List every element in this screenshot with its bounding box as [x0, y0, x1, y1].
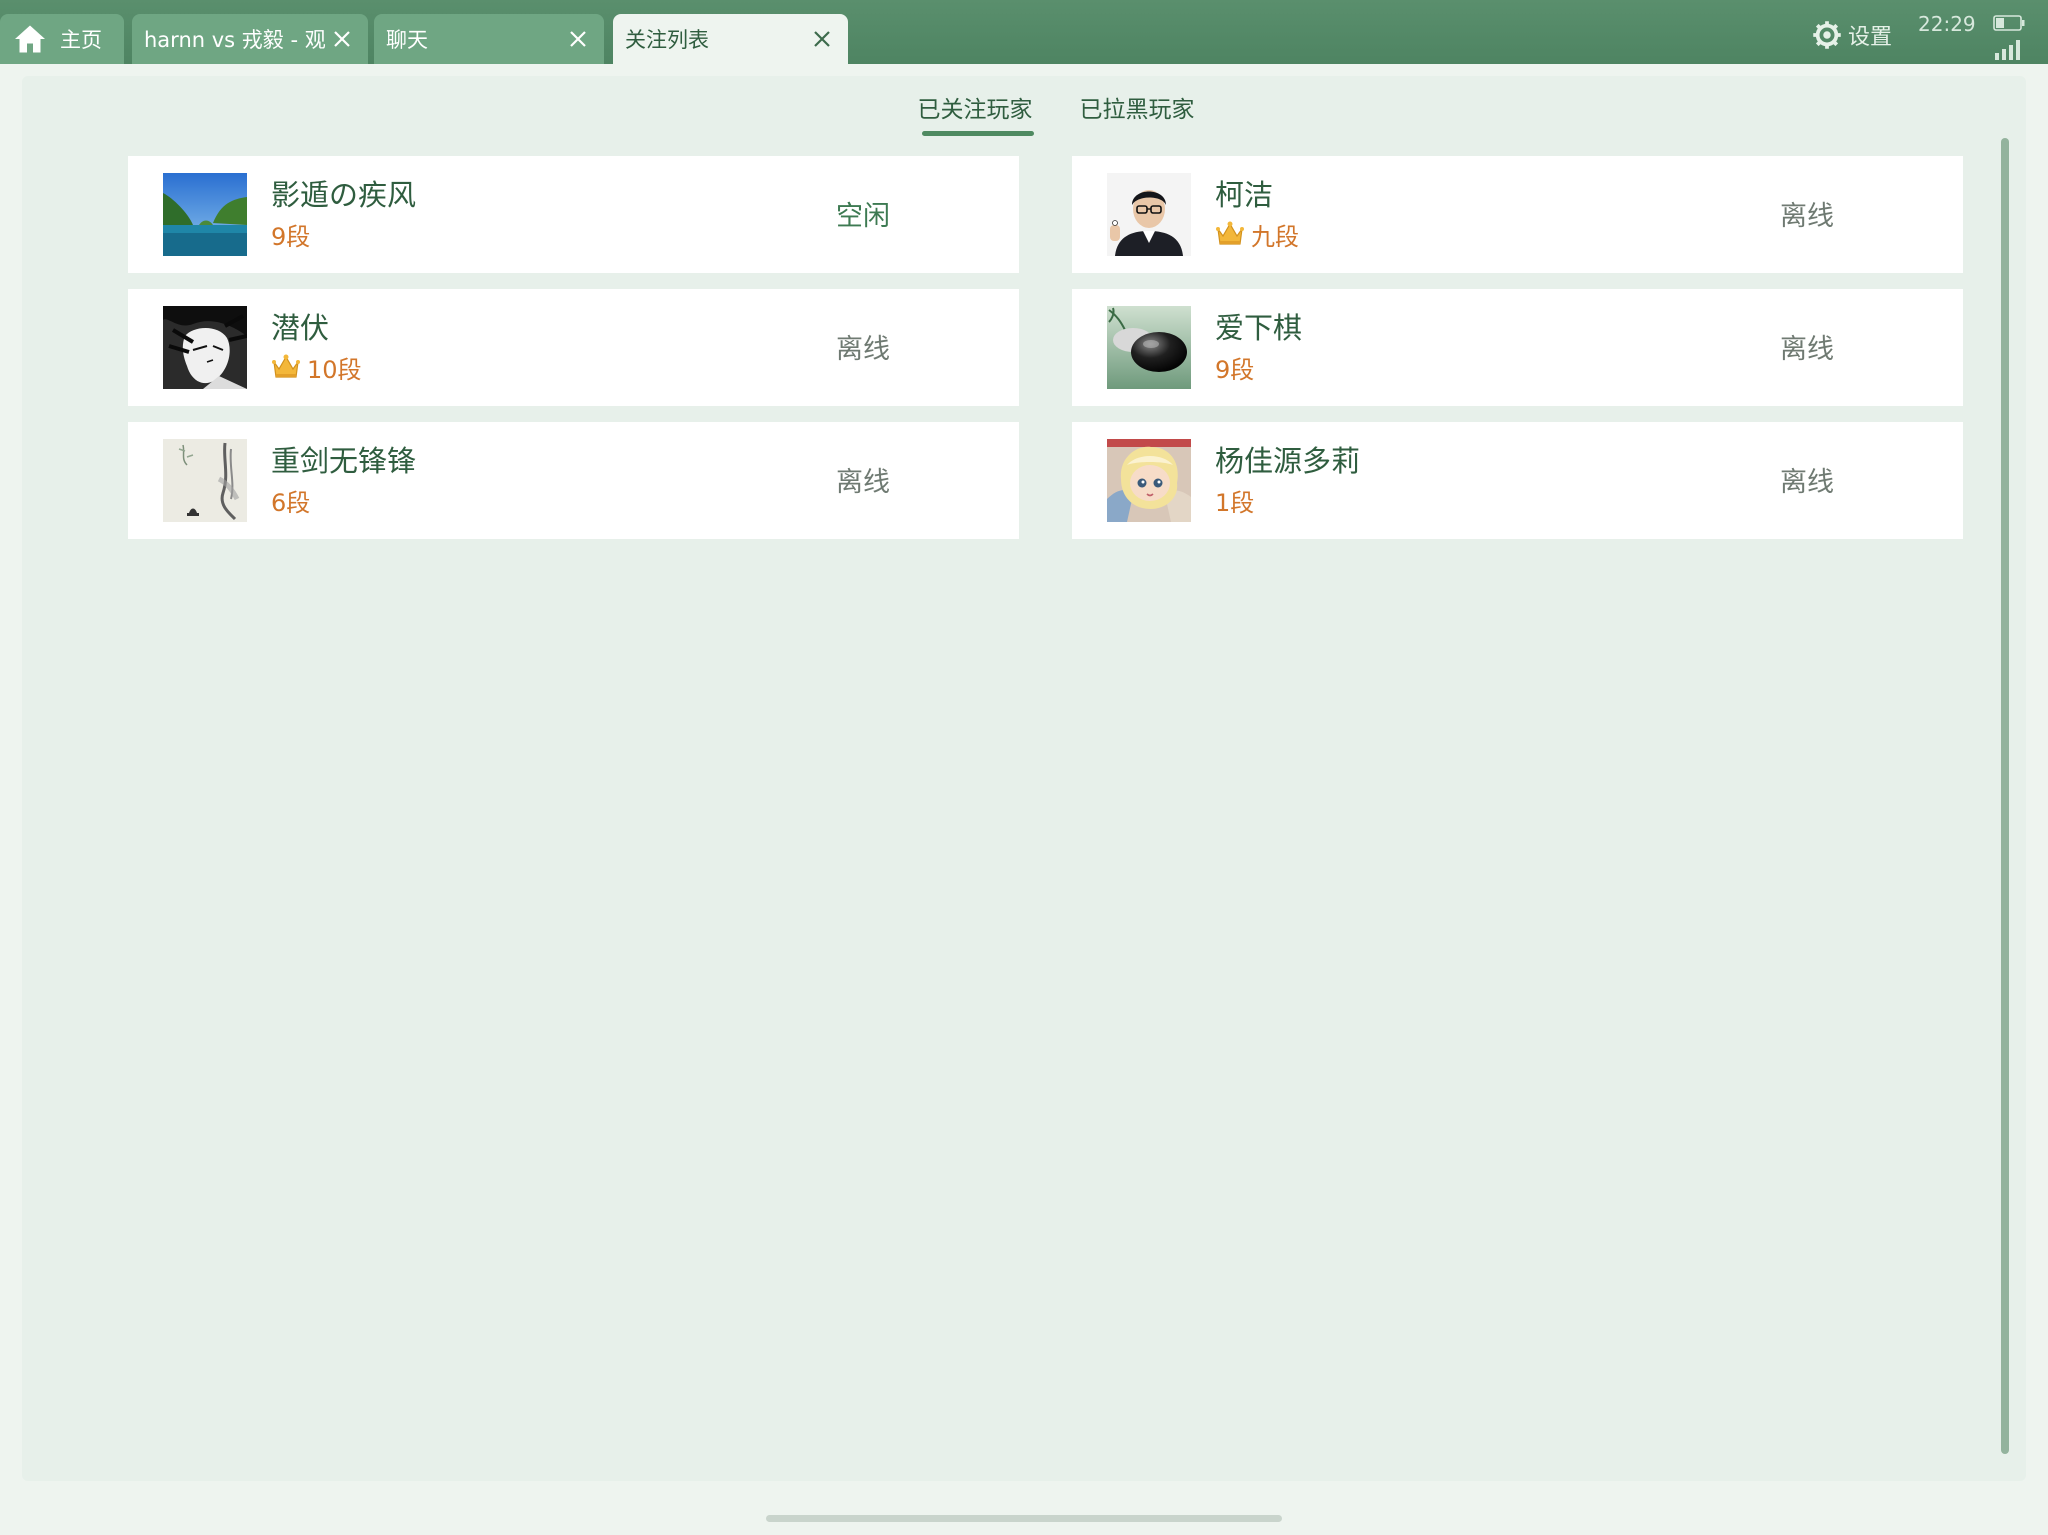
sketch-avatar — [163, 306, 247, 389]
player-name: 潜伏 — [271, 311, 330, 345]
tab-blocked-players[interactable]: 已拉黑玩家 — [1078, 92, 1196, 136]
player-rank: 9段 — [1215, 351, 1255, 384]
settings-button[interactable]: 设置 — [1812, 18, 1892, 52]
portrait-avatar — [1107, 173, 1191, 256]
player-card[interactable]: 柯洁 九段 离线 — [1072, 156, 1963, 273]
player-name: 重剑无锋锋 — [271, 444, 417, 478]
player-status: 离线 — [1780, 334, 1834, 365]
player-rank: 九段 — [1215, 218, 1299, 251]
player-name: 爱下棋 — [1215, 311, 1303, 345]
player-status: 离线 — [836, 467, 890, 498]
player-rank: 6段 — [271, 484, 311, 517]
tab-game-watch[interactable]: harnn vs 戎毅 - 观 — [132, 14, 368, 64]
player-card[interactable]: 影遁の疾风 9段 空闲 — [128, 156, 1019, 273]
rank-text: 10段 — [307, 355, 362, 384]
rank-text: 九段 — [1251, 222, 1299, 251]
close-icon[interactable] — [328, 25, 356, 53]
sub-tabs: 已关注玩家 已拉黑玩家 — [0, 92, 2048, 138]
landscape-avatar — [163, 173, 247, 256]
follow-list-panel — [22, 76, 2026, 1481]
home-icon — [15, 25, 45, 53]
rank-text: 9段 — [1215, 355, 1255, 384]
battery-icon — [1993, 15, 2025, 31]
tab-chat[interactable]: 聊天 — [374, 14, 604, 64]
player-status: 离线 — [836, 334, 890, 365]
player-name: 杨佳源多莉 — [1215, 444, 1361, 478]
top-bar: 主页 harnn vs 戎毅 - 观 聊天 关注列表 设置 22:29 — [0, 0, 2048, 64]
tab-label: 聊天 — [386, 28, 428, 52]
rank-text: 9段 — [271, 222, 311, 251]
avatar — [1107, 306, 1191, 389]
avatar — [163, 439, 247, 522]
avatar — [163, 306, 247, 389]
player-rank: 9段 — [271, 218, 311, 251]
scrollbar[interactable] — [2001, 138, 2009, 1454]
tab-follow-list[interactable]: 关注列表 — [613, 14, 848, 64]
avatar — [1107, 173, 1191, 256]
signal-icon — [1995, 40, 2020, 60]
tab-label: harnn vs 戎毅 - 观 — [144, 28, 326, 52]
avatar — [163, 173, 247, 256]
crown-icon — [1216, 221, 1244, 245]
player-card[interactable]: 潜伏 10段 离线 — [128, 289, 1019, 406]
close-icon[interactable] — [808, 25, 836, 53]
player-name: 柯洁 — [1215, 178, 1274, 212]
tab-followed-players[interactable]: 已关注玩家 — [916, 92, 1034, 136]
player-card[interactable]: 重剑无锋锋 6段 离线 — [128, 422, 1019, 539]
avatar — [1107, 439, 1191, 522]
home-indicator[interactable] — [766, 1515, 1282, 1522]
player-status: 空闲 — [836, 201, 890, 232]
tab-label: 关注列表 — [625, 28, 709, 52]
rank-text: 6段 — [271, 488, 311, 517]
settings-label: 设置 — [1848, 25, 1893, 50]
ink-painting-avatar — [163, 439, 247, 522]
go-stones-avatar — [1107, 306, 1191, 389]
rank-text: 1段 — [1215, 488, 1255, 517]
doll-avatar — [1107, 439, 1191, 522]
clock: 22:29 — [1918, 12, 1976, 36]
crown-icon — [272, 354, 300, 378]
player-rank: 10段 — [271, 351, 362, 384]
close-icon[interactable] — [564, 25, 592, 53]
gear-icon — [1813, 21, 1841, 49]
player-card[interactable]: 杨佳源多莉 1段 离线 — [1072, 422, 1963, 539]
player-rank: 1段 — [1215, 484, 1255, 517]
player-status: 离线 — [1780, 467, 1834, 498]
player-card[interactable]: 爱下棋 9段 离线 — [1072, 289, 1963, 406]
player-name: 影遁の疾风 — [271, 178, 417, 212]
tab-label: 主页 — [60, 28, 102, 52]
tab-home[interactable]: 主页 — [0, 14, 124, 64]
player-status: 离线 — [1780, 201, 1834, 232]
